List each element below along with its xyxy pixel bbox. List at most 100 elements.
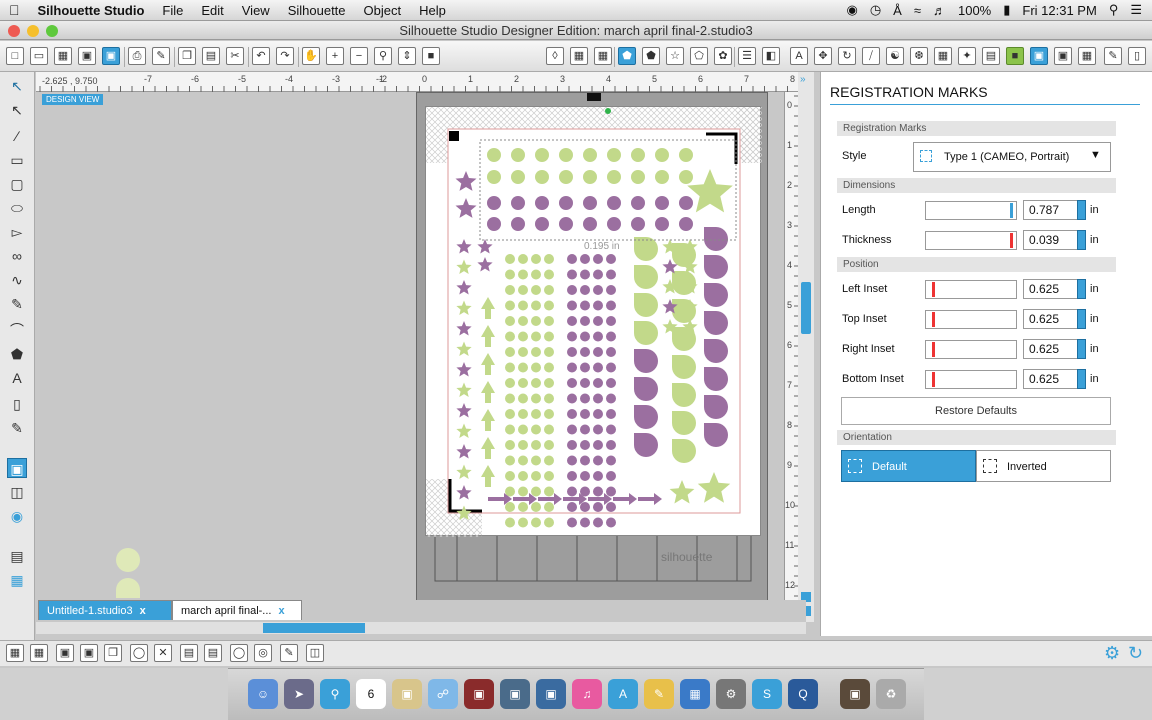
curve-tool-icon[interactable]: ∞	[7, 246, 27, 266]
menu-silhouette[interactable]: Silhouette	[279, 3, 355, 18]
transform-icon[interactable]: ✥	[814, 47, 832, 65]
vertical-scrollbar[interactable]: »	[798, 72, 814, 622]
silhouette-studio-dock-icon[interactable]: S	[752, 679, 782, 709]
style-select[interactable]: Type 1 (CAMEO, Portrait) ▼	[913, 142, 1111, 172]
scroll-thumb[interactable]	[801, 282, 811, 334]
ellipse-tool-icon[interactable]: ⬭	[7, 198, 27, 218]
bring-to-front-icon[interactable]: ▤	[180, 644, 198, 662]
horizontal-scrollbar[interactable]	[36, 622, 806, 634]
group-icon[interactable]: ▦	[6, 644, 24, 662]
rotate-shape-icon[interactable]: ◫	[306, 644, 324, 662]
library-icon[interactable]: ▦	[54, 47, 72, 65]
refresh-icon[interactable]: ↻	[1128, 643, 1143, 664]
save-to-library-icon[interactable]: ▣	[102, 47, 120, 65]
rotate-icon[interactable]: ↻	[838, 47, 856, 65]
apple-menu-icon[interactable]: 	[0, 2, 29, 18]
restore-defaults-button[interactable]: Restore Defaults	[841, 397, 1111, 425]
regular-polygon-tool-icon[interactable]: ⬟	[7, 344, 27, 364]
menu-edit[interactable]: Edit	[192, 3, 232, 18]
release-path-icon[interactable]: ◎	[254, 644, 272, 662]
safari-icon[interactable]: ⚲	[320, 679, 350, 709]
app-store-icon[interactable]: A	[608, 679, 638, 709]
pan-icon[interactable]: ✋	[302, 47, 320, 65]
left-inset-stepper[interactable]	[1077, 279, 1086, 299]
downloads-stack-icon[interactable]: ▣	[840, 679, 870, 709]
line-color-icon[interactable]: ⬠	[690, 47, 708, 65]
menu-object[interactable]: Object	[355, 3, 411, 18]
scroll-thumb[interactable]	[263, 623, 365, 633]
battery-percent[interactable]: 100%	[958, 3, 991, 18]
save-icon[interactable]: ▣	[78, 47, 96, 65]
zoom-window-button[interactable]	[46, 25, 58, 37]
cut-style-icon[interactable]: ◧	[762, 47, 780, 65]
launchpad-icon[interactable]: ➤	[284, 679, 314, 709]
page-grid-icon[interactable]: ▦	[1078, 47, 1096, 65]
text-tool-icon[interactable]: A	[7, 368, 27, 388]
undo-icon[interactable]: ↶	[252, 47, 270, 65]
close-tab-icon[interactable]: x	[140, 605, 146, 617]
minimize-window-button[interactable]	[27, 25, 39, 37]
bottom-inset-input[interactable]: 0.625	[1023, 369, 1079, 389]
page-setup-icon[interactable]: ◊	[546, 47, 564, 65]
arc-tool-icon[interactable]: ⌒	[7, 320, 27, 340]
offset-icon[interactable]: ☯	[886, 47, 904, 65]
rounded-rectangle-tool-icon[interactable]: ▢	[7, 174, 27, 194]
thickness-input[interactable]: 0.039	[1023, 230, 1079, 250]
trash-icon[interactable]: ♻	[876, 679, 906, 709]
bottom-inset-stepper[interactable]	[1077, 369, 1086, 389]
select-tool-icon[interactable]: ↖	[7, 76, 27, 96]
photo-booth-icon[interactable]: ▣	[464, 679, 494, 709]
zoom-select-icon[interactable]: ⚲	[374, 47, 392, 65]
right-inset-input[interactable]: 0.625	[1023, 339, 1079, 359]
tab-march-april[interactable]: march april final-... x	[172, 600, 302, 620]
edit-points-tool-icon[interactable]: ↖	[7, 100, 27, 120]
tab-untitled[interactable]: Untitled-1.studio3 x	[38, 600, 172, 620]
menu-app[interactable]: Silhouette Studio	[29, 3, 154, 18]
polygon-tool-icon[interactable]: ▻	[7, 222, 27, 242]
knife-tool-icon[interactable]: ✎	[7, 418, 27, 438]
menu-view[interactable]: View	[233, 3, 279, 18]
top-inset-stepper[interactable]	[1077, 309, 1086, 329]
bottom-inset-slider[interactable]	[925, 370, 1017, 389]
stray-shape[interactable]	[116, 548, 140, 572]
freehand-tool-icon[interactable]: ∿	[7, 270, 27, 290]
panel-toggle-icon[interactable]: »	[800, 74, 812, 85]
copy-icon[interactable]: ❐	[178, 47, 196, 65]
system-preferences-icon[interactable]: ⚙	[716, 679, 746, 709]
registration-marks-icon[interactable]: ▦	[594, 47, 612, 65]
cut-icon[interactable]: ✂	[226, 47, 244, 65]
menu-help[interactable]: Help	[410, 3, 455, 18]
text-style-icon[interactable]: A	[790, 47, 808, 65]
make-path-icon[interactable]: ◯	[230, 644, 248, 662]
settings-gear-icon[interactable]: ⚙	[1104, 643, 1120, 664]
fill-color-icon[interactable]: ⬟	[618, 47, 636, 65]
grid-settings-icon[interactable]: ▦	[570, 47, 588, 65]
window-view-icon[interactable]: ▤	[7, 546, 27, 566]
messages-icon[interactable]: ☍	[428, 679, 458, 709]
compound-path-icon[interactable]: ▣	[56, 644, 74, 662]
itunes-icon[interactable]: ♫	[572, 679, 602, 709]
thickness-slider[interactable]	[925, 231, 1017, 250]
rectangle-tool-icon[interactable]: ▭	[7, 150, 27, 170]
preview-icon[interactable]: ▣	[392, 679, 422, 709]
fill-gradient-icon[interactable]: ⬟	[642, 47, 660, 65]
transparency-icon[interactable]: ☰	[738, 47, 756, 65]
bluetooth-icon[interactable]: Å	[893, 3, 902, 18]
paste-icon[interactable]: ▤	[202, 47, 220, 65]
print-and-cut-icon[interactable]: ▣	[1054, 47, 1072, 65]
orientation-inverted-button[interactable]: Inverted	[976, 450, 1111, 482]
quicktime-icon[interactable]: Q	[788, 679, 818, 709]
sketch-icon[interactable]: ✎	[1104, 47, 1122, 65]
smooth-freehand-tool-icon[interactable]: ✎	[7, 294, 27, 314]
stray-shape[interactable]	[116, 578, 140, 598]
open-file-icon[interactable]: ▭	[30, 47, 48, 65]
zoom-out-icon[interactable]: −	[350, 47, 368, 65]
page[interactable]: 0.195 in	[425, 106, 762, 537]
knife-icon[interactable]: ⧸	[862, 47, 880, 65]
release-compound-icon[interactable]: ▣	[80, 644, 98, 662]
line-tool-icon[interactable]: ∕	[7, 126, 27, 146]
notification-icon[interactable]: ☰	[1130, 2, 1142, 18]
calendar-icon[interactable]: 6	[356, 679, 386, 709]
line-style-icon[interactable]: ✿	[714, 47, 732, 65]
ungroup-icon[interactable]: ▦	[30, 644, 48, 662]
